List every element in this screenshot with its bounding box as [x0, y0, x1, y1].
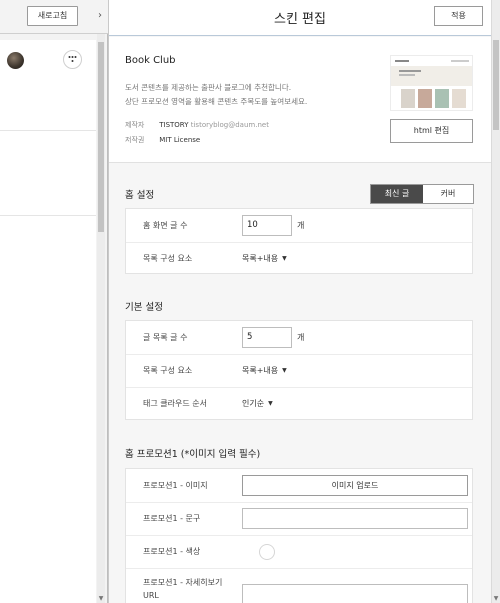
- blog-list: [0, 40, 96, 603]
- divider: [0, 130, 96, 131]
- skin-description-line: 상단 프로모션 영역을 활용해 콘텐츠 주목도를 높여보세요.: [125, 97, 308, 106]
- divider: [0, 215, 96, 216]
- panel-header: 스킨 편집 적용: [109, 0, 491, 36]
- author-email: tistoryblog@daum.net: [190, 121, 269, 129]
- basic-settings-box: 글 목록 글 수 5 개 목록 구성 요소 목록+내용 ▼ 태그 클라우드 순서 …: [125, 320, 473, 420]
- scroll-down-icon[interactable]: ▼: [97, 595, 105, 603]
- skin-description-line: 도서 콘텐츠를 제공하는 출판사 블로그에 추천합니다.: [125, 83, 292, 92]
- settings-row: 태그 클라우드 순서 인기순 ▼: [126, 387, 472, 421]
- promotion-title: 홈 프로모션1 (*이미지 입력 필수): [125, 449, 261, 460]
- tag-cloud-order-dropdown[interactable]: 인기순 ▼: [242, 398, 273, 409]
- more-options-icon[interactable]: [63, 50, 82, 69]
- left-toolbar: 새로고침 ›: [0, 0, 108, 34]
- tab-latest-posts[interactable]: 최신 글: [371, 185, 423, 203]
- home-post-count-input[interactable]: 10: [242, 215, 292, 236]
- row-label: 프로모션1 - 문구: [143, 514, 201, 523]
- home-settings-title: 홈 설정: [125, 190, 155, 201]
- color-picker[interactable]: [259, 544, 275, 560]
- skin-thumbnail: [390, 55, 473, 111]
- tab-cover[interactable]: 커버: [423, 185, 473, 203]
- row-label: 프로모션1 - 자세히보기 URL: [143, 576, 222, 602]
- skin-info: Book Club 도서 콘텐츠를 제공하는 출판사 블로그에 추천합니다. 상…: [109, 37, 491, 163]
- row-label: 글 목록 글 수: [143, 333, 188, 342]
- avatar[interactable]: [7, 52, 24, 69]
- home-settings-box: 홈 화면 글 수 10 개 목록 구성 요소 목록+내용 ▼: [125, 208, 473, 274]
- skin-edit-panel: 스킨 편집 적용 Book Club 도서 콘텐츠를 제공하는 출판사 블로그에…: [109, 0, 491, 603]
- caret-down-icon: ▼: [268, 400, 273, 407]
- settings-row: 프로모션1 - 이미지 이미지 업로드: [126, 469, 472, 503]
- list-post-count-input[interactable]: 5: [242, 327, 292, 348]
- settings-row: 프로모션1 - 문구: [126, 502, 472, 536]
- author-row: 제작자 TISTORY tistoryblog@daum.net: [125, 120, 269, 130]
- home-list-element-dropdown[interactable]: 목록+내용 ▼: [242, 253, 287, 264]
- dropdown-value: 목록+내용: [242, 366, 279, 375]
- main-scrollbar[interactable]: ▼: [491, 0, 500, 603]
- settings-row: 홈 화면 글 수 10 개: [126, 209, 472, 243]
- dropdown-value: 목록+내용: [242, 254, 279, 263]
- scroll-down-icon[interactable]: ▼: [492, 595, 500, 603]
- copyright-key: 저작권: [125, 136, 145, 144]
- left-scrollbar-thumb[interactable]: [98, 42, 104, 232]
- author-name: TISTORY: [159, 121, 189, 129]
- author-key: 제작자: [125, 121, 145, 129]
- caret-down-icon: ▼: [282, 255, 287, 262]
- row-label-line: 프로모션1 - 자세히보기: [143, 578, 223, 587]
- skin-name: Book Club: [125, 55, 176, 66]
- promotion-box: 프로모션1 - 이미지 이미지 업로드 프로모션1 - 문구 프로모션1 - 색…: [125, 468, 473, 603]
- row-label: 홈 화면 글 수: [143, 221, 188, 230]
- copyright-value: MIT License: [159, 136, 201, 144]
- row-label: 프로모션1 - 이미지: [143, 481, 208, 490]
- row-label: 프로모션1 - 색상: [143, 547, 201, 556]
- settings-row: 목록 구성 요소 목록+내용 ▼: [126, 242, 472, 276]
- apply-button[interactable]: 적용: [434, 6, 483, 26]
- settings-row: 프로모션1 - 색상: [126, 535, 472, 569]
- caret-down-icon: ▼: [282, 367, 287, 374]
- promotion-url-input[interactable]: [242, 584, 468, 603]
- skin-description: 도서 콘텐츠를 제공하는 출판사 블로그에 추천합니다. 상단 프로모션 영역을…: [125, 81, 375, 109]
- left-scrollbar[interactable]: ▼: [97, 34, 105, 603]
- main-scrollbar-thumb[interactable]: [493, 40, 499, 130]
- basic-settings-title: 기본 설정: [125, 302, 163, 313]
- left-panel: 새로고침 › ▼: [0, 0, 108, 603]
- copyright-row: 저작권 MIT License: [125, 135, 200, 145]
- promotion-text-input[interactable]: [242, 508, 468, 529]
- row-label: 목록 구성 요소: [143, 254, 193, 263]
- image-upload-button[interactable]: 이미지 업로드: [242, 475, 468, 496]
- unit-label: 개: [297, 333, 305, 342]
- row-label: 태그 클라우드 순서: [143, 399, 207, 408]
- html-edit-button[interactable]: html 편집: [390, 119, 473, 143]
- settings-row: 프로모션1 - 자세히보기 URL: [126, 568, 472, 603]
- collapse-icon[interactable]: ›: [93, 8, 107, 24]
- home-type-tabs: 최신 글 커버: [370, 184, 474, 204]
- settings-row: 목록 구성 요소 목록+내용 ▼: [126, 354, 472, 388]
- unit-label: 개: [297, 221, 305, 230]
- settings-row: 글 목록 글 수 5 개: [126, 321, 472, 355]
- dropdown-value: 인기순: [242, 399, 265, 408]
- row-label-line: URL: [143, 591, 159, 600]
- list-element-dropdown[interactable]: 목록+내용 ▼: [242, 365, 287, 376]
- row-label: 목록 구성 요소: [143, 366, 193, 375]
- refresh-button[interactable]: 새로고침: [27, 6, 78, 26]
